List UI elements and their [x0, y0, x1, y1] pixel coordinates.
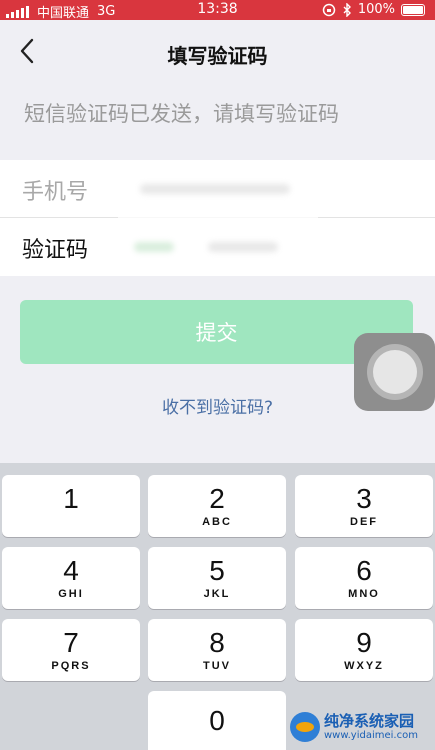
key-digit: 4 — [63, 555, 79, 586]
key-letters: JKL — [203, 588, 231, 600]
battery-icon — [401, 3, 425, 16]
key-5[interactable]: 5 JKL — [148, 547, 286, 609]
key-9[interactable]: 9 WXYZ — [295, 619, 433, 681]
key-6[interactable]: 6 MNO — [295, 547, 433, 609]
status-icons: 100% — [322, 2, 425, 17]
watermark-url: www.yidaimei.com — [324, 730, 418, 741]
numeric-keypad: 1 2 ABC 3 DEF 4 GHI 5 JKL 6 MNO 7 PQRS 8… — [0, 463, 435, 750]
resend-link[interactable]: 收不到验证码? — [0, 393, 435, 418]
key-letters: DEF — [350, 516, 378, 528]
key-letters: PQRS — [51, 660, 91, 672]
key-2[interactable]: 2 ABC — [148, 475, 286, 537]
key-digit: 5 — [209, 555, 225, 586]
page-title: 填写验证码 — [167, 44, 268, 68]
key-digit: 0 — [209, 704, 225, 736]
bluetooth-icon — [343, 2, 351, 17]
code-input[interactable] — [118, 218, 318, 276]
verify-form: 手机号 验证码 — [0, 160, 435, 276]
key-digit: 8 — [209, 627, 225, 658]
rotation-lock-icon — [322, 3, 336, 16]
key-digit: 2 — [209, 483, 225, 514]
phone-value-redacted — [118, 160, 318, 218]
key-1[interactable]: 1 — [2, 475, 140, 537]
key-letters: GHI — [58, 588, 84, 600]
assistive-touch-icon — [366, 344, 423, 400]
site-watermark: 纯净系统家园 www.yidaimei.com — [290, 708, 432, 746]
key-letters: TUV — [203, 660, 231, 672]
key-digit: 6 — [356, 555, 372, 586]
key-letters: WXYZ — [344, 660, 384, 672]
nav-bar: 填写验证码 — [0, 20, 435, 84]
watermark-name: 纯净系统家园 — [324, 712, 415, 730]
battery-percent: 100% — [357, 2, 395, 17]
key-digit: 3 — [356, 483, 372, 514]
sms-sent-hint: 短信验证码已发送，请填写验证码 — [24, 102, 339, 126]
key-digit: 1 — [63, 483, 79, 514]
phone-label: 手机号 — [22, 180, 89, 205]
key-3[interactable]: 3 DEF — [295, 475, 433, 537]
key-4[interactable]: 4 GHI — [2, 547, 140, 609]
status-bar: 中国联通 3G 13:38 100% — [0, 0, 435, 21]
key-letters: MNO — [348, 588, 380, 600]
key-7[interactable]: 7 PQRS — [2, 619, 140, 681]
key-digit: 7 — [63, 627, 79, 658]
watermark-logo-icon — [290, 712, 320, 742]
key-letters: ABC — [202, 516, 232, 528]
code-label: 验证码 — [22, 238, 89, 263]
key-8[interactable]: 8 TUV — [148, 619, 286, 681]
key-0[interactable]: 0 — [148, 691, 286, 750]
key-digit: 9 — [356, 627, 372, 658]
